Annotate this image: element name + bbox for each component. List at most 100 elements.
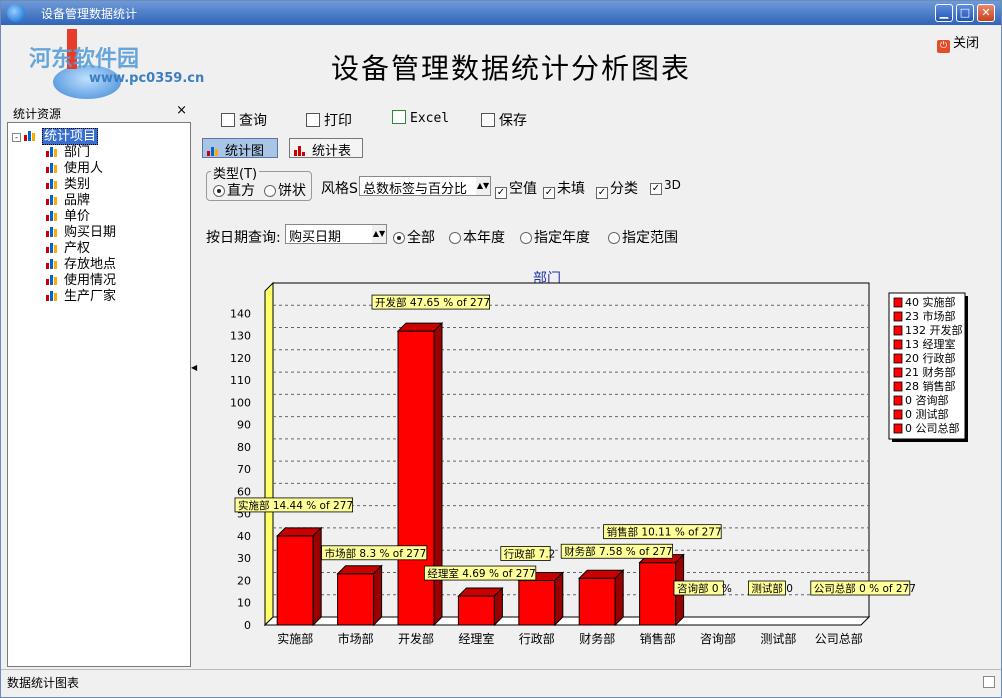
3d-checkbox[interactable]: ✓ 3D: [650, 178, 681, 195]
y-tick-label: 60: [237, 485, 251, 498]
style-label: 风格S: [321, 181, 358, 197]
sidebar-title: 统计资源: [13, 107, 62, 121]
legend-swatch: [893, 325, 903, 336]
sidebar-item[interactable]: 使用人: [46, 157, 103, 176]
sidebar-item[interactable]: 部门: [46, 141, 90, 160]
tab-chart[interactable]: 统计图: [202, 138, 278, 159]
radio-specified-year[interactable]: 指定年度: [520, 227, 590, 247]
date-query-label: 按日期查询:: [206, 230, 281, 246]
y-tick-label: 140: [230, 307, 251, 320]
bar-side: [554, 571, 564, 627]
magnifier-icon: [221, 113, 235, 127]
y-tick-label: 0: [244, 619, 251, 632]
bar-side: [312, 526, 322, 627]
y-tick-label: 110: [230, 374, 251, 387]
bar-chart-icon: [46, 258, 60, 269]
resource-tree[interactable]: - 统计项目 部门 使用人 类别 品牌 单价 购买日期 产权 存放地点 使用情况 生产厂家: [7, 122, 191, 667]
data-label: 财务部 7.58 % of 277: [564, 545, 672, 558]
sidebar-item[interactable]: 产权: [46, 237, 90, 256]
legend-swatch: [893, 297, 903, 308]
bar-chart-icon: [46, 226, 60, 237]
close-label: 关闭: [953, 36, 980, 51]
x-tick-label: 公司总部: [815, 631, 863, 646]
sidebar-close-icon[interactable]: ×: [176, 103, 187, 118]
bar-side: [373, 564, 383, 627]
empty-checkbox[interactable]: ✓ 空值: [495, 178, 537, 199]
legend-swatch: [893, 409, 903, 420]
legend-swatch: [893, 353, 903, 364]
x-tick-label: 咨询部: [700, 631, 736, 646]
legend-item: 132 开发部: [905, 323, 963, 337]
sidebar-item[interactable]: 存放地点: [46, 253, 116, 272]
chart-area: 部门 0 10 20 30 40 50 60 70 80 90 100 110 120 130 140 实施部市…: [201, 263, 991, 663]
close-button[interactable]: ⏻ 关闭: [937, 32, 979, 53]
data-label: 咨询部 0 %: [677, 582, 732, 595]
bar-chart-icon: [46, 194, 60, 205]
minimize-button[interactable]: ▁: [935, 4, 953, 22]
app-icon: [7, 4, 25, 22]
status-text: 数据统计图表: [7, 676, 80, 690]
legend-item: 40 实施部: [905, 295, 956, 309]
x-tick-label: 财务部: [579, 631, 615, 646]
y-tick-label: 10: [237, 597, 251, 610]
expand-toggle-icon[interactable]: -: [12, 133, 21, 142]
x-tick-label: 行政部: [519, 631, 555, 646]
x-tick-label: 测试部: [760, 631, 796, 646]
tree-root[interactable]: - 统计项目: [12, 125, 99, 145]
bar-chart-icon: [46, 146, 60, 157]
sidebar-item[interactable]: 购买日期: [46, 221, 116, 240]
legend-swatch: [893, 311, 903, 322]
legend-item: 21 财务部: [905, 365, 956, 379]
floppy-icon: [481, 113, 495, 127]
radio-all[interactable]: 全部: [393, 227, 435, 247]
sidebar-item[interactable]: 生产厂家: [46, 285, 116, 304]
power-icon: ⏻: [937, 40, 950, 53]
bar-chart-icon: [46, 162, 60, 173]
maximize-button[interactable]: □: [956, 4, 974, 22]
type-pie-radio[interactable]: 饼状: [264, 180, 306, 200]
bar: [578, 577, 616, 626]
category-checkbox[interactable]: ✓ 分类: [596, 178, 638, 199]
legend-item: 20 行政部: [905, 351, 956, 365]
radio-range[interactable]: 指定范围: [608, 227, 678, 247]
table-chart-icon: [294, 145, 308, 156]
tab-table[interactable]: 统计表: [289, 138, 363, 159]
chart-side-wall: [264, 281, 274, 627]
unfilled-checkbox[interactable]: ✓ 未填: [543, 178, 585, 199]
legend-item: 23 市场部: [905, 309, 956, 323]
page-title: 设备管理数据统计分析图表: [331, 52, 692, 85]
bar-chart-icon: [46, 242, 60, 253]
x-tick-label: 市场部: [338, 631, 374, 646]
sidebar-item[interactable]: 类别: [46, 173, 90, 192]
data-label: 经理室 4.69 % of 277: [427, 567, 535, 580]
sidebar-header: 统计资源 ×: [7, 103, 191, 121]
style-select[interactable]: 总数标签与百分比 ▲▼: [359, 176, 491, 197]
watermark-site: 河东软件园: [29, 47, 140, 72]
type-bar-radio[interactable]: 直方: [213, 180, 255, 200]
radio-this-year[interactable]: 本年度: [449, 227, 505, 247]
legend-swatch: [893, 339, 903, 350]
print-button[interactable]: 打印: [306, 110, 352, 130]
chevron-down-icon: ▲▼: [372, 225, 386, 243]
header: 河东软件园 www.pc0359.cn 设备管理数据统计分析图表 ⏻ 关闭: [1, 25, 1001, 101]
date-field-select[interactable]: 购买日期 ▲▼: [285, 224, 387, 245]
sidebar-item[interactable]: 品牌: [46, 189, 90, 208]
save-button[interactable]: 保存: [481, 110, 527, 130]
collapse-sidebar-icon[interactable]: ◀: [191, 363, 197, 372]
sidebar-item[interactable]: 使用情况: [46, 269, 116, 288]
bar: [639, 562, 677, 626]
resize-grip-icon[interactable]: [983, 676, 995, 688]
title-bar: 设备管理数据统计 ▁ □ ✕: [1, 1, 1001, 25]
legend-item: 28 销售部: [905, 379, 956, 393]
x-tick-label: 销售部: [640, 631, 676, 646]
legend-swatch: [893, 423, 903, 434]
y-tick-label: 40: [237, 530, 251, 543]
legend-swatch: [893, 395, 903, 406]
bar: [518, 579, 556, 626]
close-window-button[interactable]: ✕: [977, 4, 995, 22]
excel-button[interactable]: Excel: [392, 110, 449, 130]
sidebar-item[interactable]: 单价: [46, 205, 90, 224]
bar-chart-icon: [46, 210, 60, 221]
query-button[interactable]: 查询: [221, 110, 267, 130]
data-label: 开发部 47.65 % of 277: [375, 296, 490, 309]
